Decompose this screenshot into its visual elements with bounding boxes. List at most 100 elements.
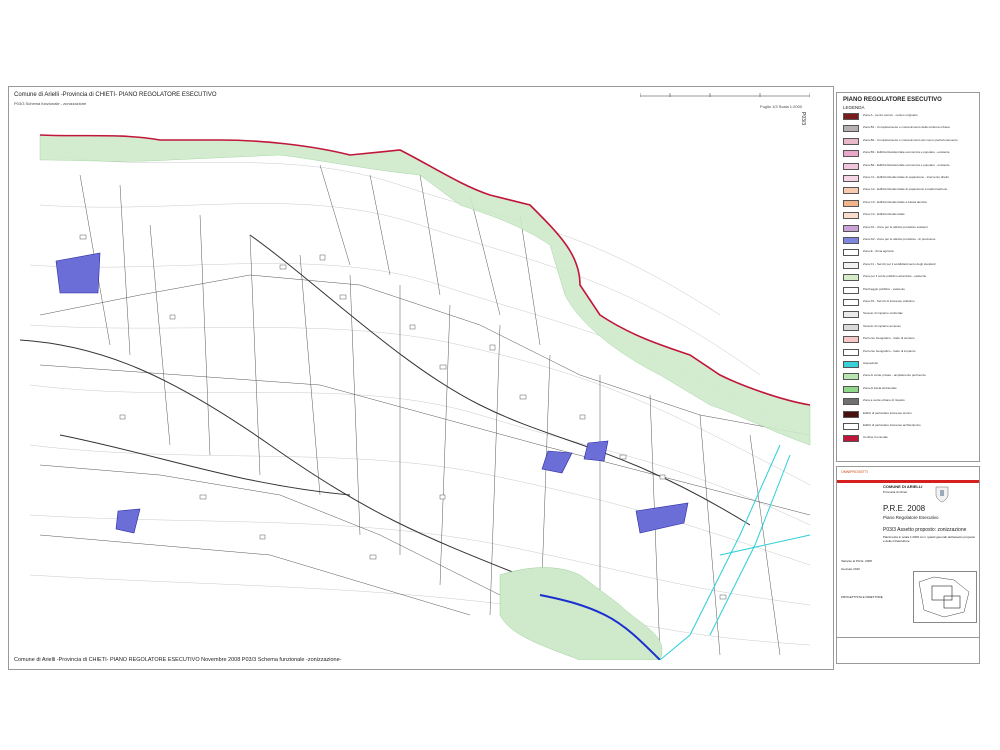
zone-d-southwest[interactable] (115, 508, 141, 534)
legend-item: Zona E - Zona agricola (843, 249, 975, 257)
legend-swatch (843, 410, 859, 418)
zone-d-east[interactable] (635, 502, 689, 534)
legend-label: Zona E - Zona agricola (863, 249, 894, 254)
legend-item: Zona C3 - Edilizia Residenziale a bassa … (843, 199, 975, 207)
title-block: OMNIPROGETTI COMUNE DI ARIELLI Provincia… (836, 466, 980, 664)
legend-label: Zona F1 - Servizi per il soddisfacimento… (863, 261, 936, 266)
legend-swatch (843, 286, 859, 294)
legend-label: Zona B3 - Edilizia Residenziale economic… (863, 150, 950, 155)
legend-item: Percorso Geografico - tratto di sentiero (843, 336, 975, 344)
green-zone-south (499, 567, 663, 660)
legend-item: Zona di verde privato - ampliamento pert… (843, 373, 975, 381)
legend-swatch (843, 361, 859, 368)
legend-label: Zona B4 - Edilizia Residenziale economic… (863, 162, 950, 167)
legend-swatch (843, 385, 859, 393)
legend-swatch (843, 249, 859, 257)
legend-item: Percorso Geografico - tratto di impianto (843, 348, 975, 356)
legend-label: Zona B2 - Completamento e mantenimento d… (863, 137, 958, 142)
crest-icon (935, 486, 949, 503)
zone-d-northwest[interactable] (55, 252, 101, 294)
legend-label: Tessuto di impianto strutturale (863, 311, 903, 316)
title-block-footer (837, 637, 979, 664)
legend-item: Tessuto di impianto annesso (843, 323, 975, 331)
legend-item: Zona di tutela ambientale (843, 385, 975, 393)
legend-label: Zona per il verde pubblico attrezzato - … (863, 274, 927, 279)
legend-swatch (843, 323, 859, 331)
pre-subtitle: Piano Regolatore Esecutivo (883, 515, 939, 520)
legend-item: Parcheggio pubblico - esistente (843, 286, 975, 294)
buildings (79, 234, 727, 600)
contour-lines (29, 154, 811, 646)
legend-label: Zona F6 - Servizi di interesse collettiv… (863, 299, 915, 303)
legend-label: Zona C2 - Edilizia Residenziale di espan… (863, 187, 948, 192)
legend-item: Zona B2 - Completamento e mantenimento d… (843, 137, 975, 145)
legend-item: Zona B4 - Edilizia Residenziale economic… (843, 162, 975, 170)
legend-swatch (843, 162, 859, 170)
drawing-title: P03/3 Assetto proposto: zonizzazione (883, 527, 967, 533)
scale-bar (640, 93, 810, 97)
legend-label: Zona A - centro storico - nucleo origina… (863, 113, 918, 117)
legend-item: Zona per il verde pubblico attrezzato - … (843, 274, 975, 282)
legend-swatch (843, 435, 859, 443)
map-canvas[interactable] (20, 115, 830, 660)
legend-item: Zona a verde urbano di rispetto (843, 398, 975, 406)
legend-label: Edifici di particolare interesse storico (863, 410, 912, 415)
legend-swatch (843, 113, 859, 120)
legend-label: Zona D2 - Zone per le attivita produttiv… (863, 237, 936, 241)
legend-label: Edifici di particolare interesse archite… (863, 423, 921, 427)
legend-swatch (843, 125, 859, 133)
legend-label: Percorso Geografico - tratto di sentiero (863, 336, 915, 341)
legend-item: Confine Comunale (843, 435, 975, 443)
legend-item: Zona C1 - Edilizia Residenziale di espan… (843, 175, 975, 182)
zone-d-center-right[interactable] (583, 440, 609, 462)
legend-label: Zona D1 - Zone per le attivita produttiv… (863, 224, 928, 229)
legend-swatch (843, 175, 859, 182)
legend-swatch (843, 311, 859, 319)
legend-swatch (843, 150, 859, 158)
legend-label: Zona C1 - Edilizia Residenziale di espan… (863, 175, 950, 179)
legend-item: Zona A - centro storico - nucleo origina… (843, 113, 975, 120)
legend-swatch (843, 398, 859, 406)
legend-swatch (843, 274, 859, 282)
legend-panel: PIANO REGOLATORE ESECUTIVO LEGENDA Zona … (836, 92, 980, 462)
legend-swatch (843, 336, 859, 344)
legend-label: Tessuto di impianto annesso (863, 323, 901, 328)
legend-swatch (843, 423, 859, 430)
title-redbar (837, 480, 979, 483)
legend-item: Zona F1 - Servizi per il soddisfacimento… (843, 261, 975, 269)
date-label: Gennaio 2010 (841, 567, 860, 571)
legend-item: Edifici di particolare interesse storico (843, 410, 975, 418)
legend-item: Zona B1 - Completamento e mantenimento d… (843, 125, 975, 133)
legend-label: Zona a verde urbano di rispetto (863, 398, 905, 403)
legend-item: Tessuto di impianto strutturale (843, 311, 975, 319)
legend-item: Zona D2 - Zone per le attivita produttiv… (843, 237, 975, 244)
legend-label: Percorso Geografico - tratto di impianto (863, 348, 916, 353)
legend-swatch (843, 212, 859, 220)
legend-label: Parcheggio pubblico - esistente (863, 286, 905, 291)
comune-label: COMUNE DI ARIELLI (883, 484, 923, 489)
map-footer: Comune di Arielli -Provincia di CHIETI- … (14, 657, 342, 663)
sheet-scale-label: Foglio 1/3 Scala 1:2000 (760, 104, 803, 109)
legend-item: Acquedotto (843, 361, 975, 368)
legend-swatch (843, 224, 859, 232)
legend-item: Edifici di particolare interesse archite… (843, 423, 975, 430)
legend-label: Acquedotto (863, 361, 879, 365)
green-protection-zone (39, 134, 811, 446)
drawing-description: Planimetria in scala 1:2000 con i quadri… (883, 535, 976, 543)
aqueduct-line (659, 444, 811, 660)
legend-swatch (843, 237, 859, 244)
production-zones[interactable] (55, 252, 689, 534)
legend-swatch (843, 299, 859, 306)
legend-title: PIANO REGOLATORE ESECUTIVO (843, 97, 942, 103)
legend-label: Zona di verde privato - ampliamento pert… (863, 373, 926, 378)
legend-label: Zona C4 - Edilizia Residenziale (863, 212, 905, 217)
legend-item: Zona F6 - Servizi di interesse collettiv… (843, 299, 975, 306)
legend-swatch (843, 199, 859, 207)
legend-swatch (843, 348, 859, 356)
studio-name: OMNIPROGETTI (841, 470, 869, 474)
legend-item: Zona C2 - Edilizia Residenziale di espan… (843, 187, 975, 195)
legend-heading: LEGENDA (843, 105, 865, 110)
legend-swatch (843, 187, 859, 195)
key-map (913, 571, 977, 623)
map-title: Comune di Arielli -Provincia di CHIETI- … (14, 92, 217, 98)
